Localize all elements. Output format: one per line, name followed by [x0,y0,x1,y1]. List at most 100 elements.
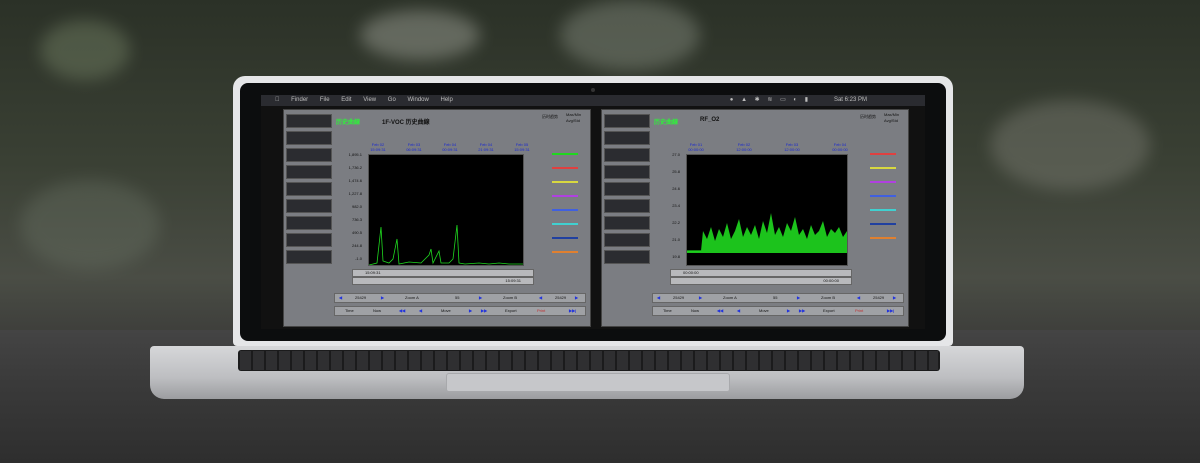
point-list-item[interactable] [604,114,650,128]
play-arrow-icon[interactable]: ▶ [479,294,482,302]
export-button[interactable]: Export [505,307,517,315]
now-button[interactable]: Now [373,307,381,315]
play-arrow-icon[interactable]: ▶ [699,294,702,302]
point-list-item[interactable] [604,216,650,230]
prev-arrow-icon[interactable]: ◀ [539,294,542,302]
date-tick: Feb 03 06:09:31 [406,142,422,152]
zoom-a-label[interactable]: Zoom A [723,294,737,302]
point-list-item[interactable] [286,131,332,145]
zoom-a-label[interactable]: Zoom A [405,294,419,302]
trend-series [368,224,523,266]
time-button[interactable]: Time [663,307,672,315]
menu-go[interactable]: Go [388,97,396,103]
point-list-item[interactable] [604,250,650,264]
time-button[interactable]: Time [345,307,354,315]
option-maxmin[interactable]: Max/Min [566,112,581,117]
legend-swatch[interactable] [552,209,578,211]
option-maxmin[interactable]: Max/Min [884,112,899,117]
next-arrow-icon[interactable]: ▶ [893,294,896,302]
rewind-icon[interactable]: ◀◀ [717,307,723,315]
end-icon[interactable]: ▶▶| [887,307,894,315]
move-button[interactable]: Move [759,307,769,315]
legend-swatch[interactable] [870,237,896,239]
time-scrollbar-top[interactable]: 00:00:00 [670,269,852,277]
step-back-icon[interactable]: ◀ [419,307,422,315]
trend-plot[interactable] [686,154,848,266]
point-list-item[interactable] [604,233,650,247]
play-arrow-icon[interactable]: ▶ [797,294,800,302]
point-list-item[interactable] [286,216,332,230]
scroll-time-left: 00:00:00 [683,270,699,275]
step-forward-icon[interactable]: ▶ [469,307,472,315]
option-trend[interactable]: 历时趋势 [860,114,876,120]
rewind-icon[interactable]: ◀◀ [399,307,405,315]
play-arrow-icon[interactable]: ▶ [381,294,384,302]
point-list-item[interactable] [286,182,332,196]
point-list-item[interactable] [286,148,332,162]
point-list-item[interactable] [604,148,650,162]
window-heading-cn: 历史曲線 [336,120,361,126]
step-back-icon[interactable]: ◀ [737,307,740,315]
legend-swatch[interactable] [870,209,896,211]
legend-swatch[interactable] [870,167,896,169]
point-list-item[interactable] [604,182,650,196]
zoom-b-label[interactable]: Zoom B [503,294,517,302]
legend-swatch[interactable] [552,181,578,183]
point-list-item[interactable] [604,199,650,213]
next-arrow-icon[interactable]: ▶ [575,294,578,302]
legend-swatch[interactable] [870,223,896,225]
menu-help[interactable]: Help [441,97,453,103]
legend-swatch[interactable] [552,167,578,169]
time-scrollbar-top[interactable]: 15:09:31 [352,269,534,277]
nav-right-value: 25429 [555,295,567,300]
legend-swatch[interactable] [552,153,578,155]
trend-line-svg [368,224,523,266]
keyboard-keys[interactable] [240,351,938,370]
point-list-item[interactable] [286,199,332,213]
prev-arrow-icon[interactable]: ◀ [339,294,342,302]
trend-plot[interactable] [368,154,524,266]
move-button[interactable]: Move [441,307,451,315]
legend-swatch[interactable] [870,195,896,197]
legend-swatch[interactable] [552,251,578,253]
menu-file[interactable]: File [320,97,330,103]
legend-swatch[interactable] [552,195,578,197]
end-icon[interactable]: ▶▶| [569,307,576,315]
menu-clock[interactable]: Sat 6:23 PM [834,95,867,106]
legend-swatch[interactable] [870,181,896,183]
apple-icon[interactable]:  [275,97,280,103]
trackpad[interactable] [446,373,730,392]
export-button[interactable]: Export [823,307,835,315]
zoom-b-label[interactable]: Zoom B [821,294,835,302]
menu-window[interactable]: Window [407,97,428,103]
legend-swatch[interactable] [552,237,578,239]
point-list [286,114,332,264]
menu-view[interactable]: View [363,97,376,103]
status-tray-icons[interactable]: ● ▲ ✱ ≋ ▭ ◐ ▮ [730,95,811,106]
point-list-item[interactable] [604,131,650,145]
point-list-item[interactable] [286,250,332,264]
time-scrollbar-bottom[interactable]: 15:09:31 [352,277,534,285]
point-list-item[interactable] [286,233,332,247]
now-button[interactable]: Now [691,307,699,315]
menu-edit[interactable]: Edit [341,97,351,103]
print-button[interactable]: Print [855,307,863,315]
option-trend[interactable]: 历时趋势 [542,114,558,120]
menu-app[interactable]: Finder [291,97,308,103]
step-forward-icon[interactable]: ▶ [787,307,790,315]
point-list-item[interactable] [604,165,650,179]
y-tick: 982.0 [351,204,362,209]
fast-forward-icon[interactable]: ▶▶ [481,307,487,315]
legend-swatch[interactable] [552,223,578,225]
prev-arrow-icon[interactable]: ◀ [857,294,860,302]
point-list-item[interactable] [286,114,332,128]
legend-swatch[interactable] [870,153,896,155]
option-avgstd[interactable]: Avg/Std [884,118,898,123]
option-avgstd[interactable]: Avg/Std [566,118,580,123]
fast-forward-icon[interactable]: ▶▶ [799,307,805,315]
prev-arrow-icon[interactable]: ◀ [657,294,660,302]
print-button[interactable]: Print [537,307,545,315]
time-scrollbar-bottom[interactable]: 00:00:00 [670,277,852,285]
laptop-screen:  Finder File Edit View Go Window Help ●… [261,95,925,329]
point-list-item[interactable] [286,165,332,179]
